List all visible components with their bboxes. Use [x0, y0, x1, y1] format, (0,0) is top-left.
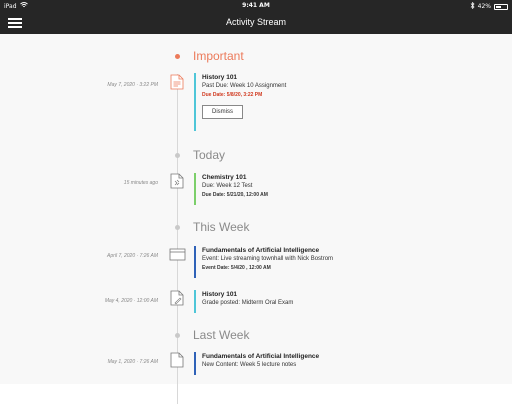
calendar-icon — [169, 247, 186, 261]
card-detail: Due: Week 12 Test — [202, 183, 253, 189]
card-due-date: Due Date: 5/8/20, 3:22 PM — [202, 92, 263, 98]
section-title-this-week: This Week — [193, 220, 250, 234]
timeline-dot-important — [175, 54, 180, 59]
activity-card[interactable]: Fundamentals of Artificial Intelligence … — [194, 352, 374, 375]
timestamp: May 4, 2020 · 12:00 AM — [104, 298, 158, 304]
card-course: Fundamentals of Artificial Intelligence — [202, 353, 320, 360]
page-title: Activity Stream — [225, 17, 286, 27]
card-due-date: Due Date: 5/21/20, 12:00 AM — [202, 192, 268, 198]
grade-icon — [170, 290, 184, 306]
bluetooth-icon — [470, 1, 475, 11]
battery-icon — [494, 3, 508, 10]
status-bar: iPad 9:41 AM 42% — [0, 0, 512, 12]
card-event-date: Event Date: 5/4/20 , 12:00 AM — [202, 265, 271, 271]
timeline-dot-last-week — [175, 333, 180, 338]
activity-card[interactable]: History 101 Grade posted: Midterm Oral E… — [194, 290, 344, 313]
app-header: Activity Stream — [0, 12, 512, 34]
content-icon — [170, 352, 184, 368]
section-title-today: Today — [193, 148, 226, 162]
dismiss-button[interactable]: Dismiss — [202, 105, 243, 119]
activity-stream[interactable]: Important May 7, 2020 · 3:22 PM History … — [0, 34, 512, 404]
battery-percent: 42% — [477, 3, 491, 10]
card-detail: Grade posted: Midterm Oral Exam — [202, 300, 294, 306]
card-detail: Past Due: Week 10 Assignment — [202, 83, 287, 89]
timestamp: 15 minutes ago — [123, 180, 158, 186]
timeline-dot-this-week — [175, 225, 180, 230]
card-course: History 101 — [202, 291, 238, 298]
section-title-important: Important — [193, 49, 244, 63]
card-course: Chemistry 101 — [202, 174, 247, 181]
status-right: 42% — [470, 1, 508, 11]
card-course: History 101 — [202, 74, 238, 81]
card-course: Fundamentals of Artificial Intelligence — [202, 247, 320, 254]
test-icon — [170, 173, 184, 189]
activity-card[interactable]: Chemistry 101 Due: Week 12 Test Due Date… — [194, 173, 344, 205]
activity-card[interactable]: Fundamentals of Artificial Intelligence … — [194, 246, 374, 278]
card-detail: New Content: Week 5 lecture notes — [202, 362, 297, 368]
timestamp: April 7, 2020 · 7:26 AM — [107, 253, 158, 259]
assignment-icon — [170, 74, 184, 90]
timestamp: May 7, 2020 · 3:22 PM — [107, 82, 158, 88]
card-detail: Event: Live streaming townhall with Nick… — [202, 256, 334, 262]
activity-card[interactable]: History 101 Past Due: Week 10 Assignment… — [194, 73, 344, 131]
status-time: 9:41 AM — [242, 2, 270, 9]
timestamp: May 1, 2020 · 7:26 AM — [107, 359, 158, 365]
timeline-dot-today — [175, 153, 180, 158]
section-title-last-week: Last Week — [193, 328, 250, 342]
